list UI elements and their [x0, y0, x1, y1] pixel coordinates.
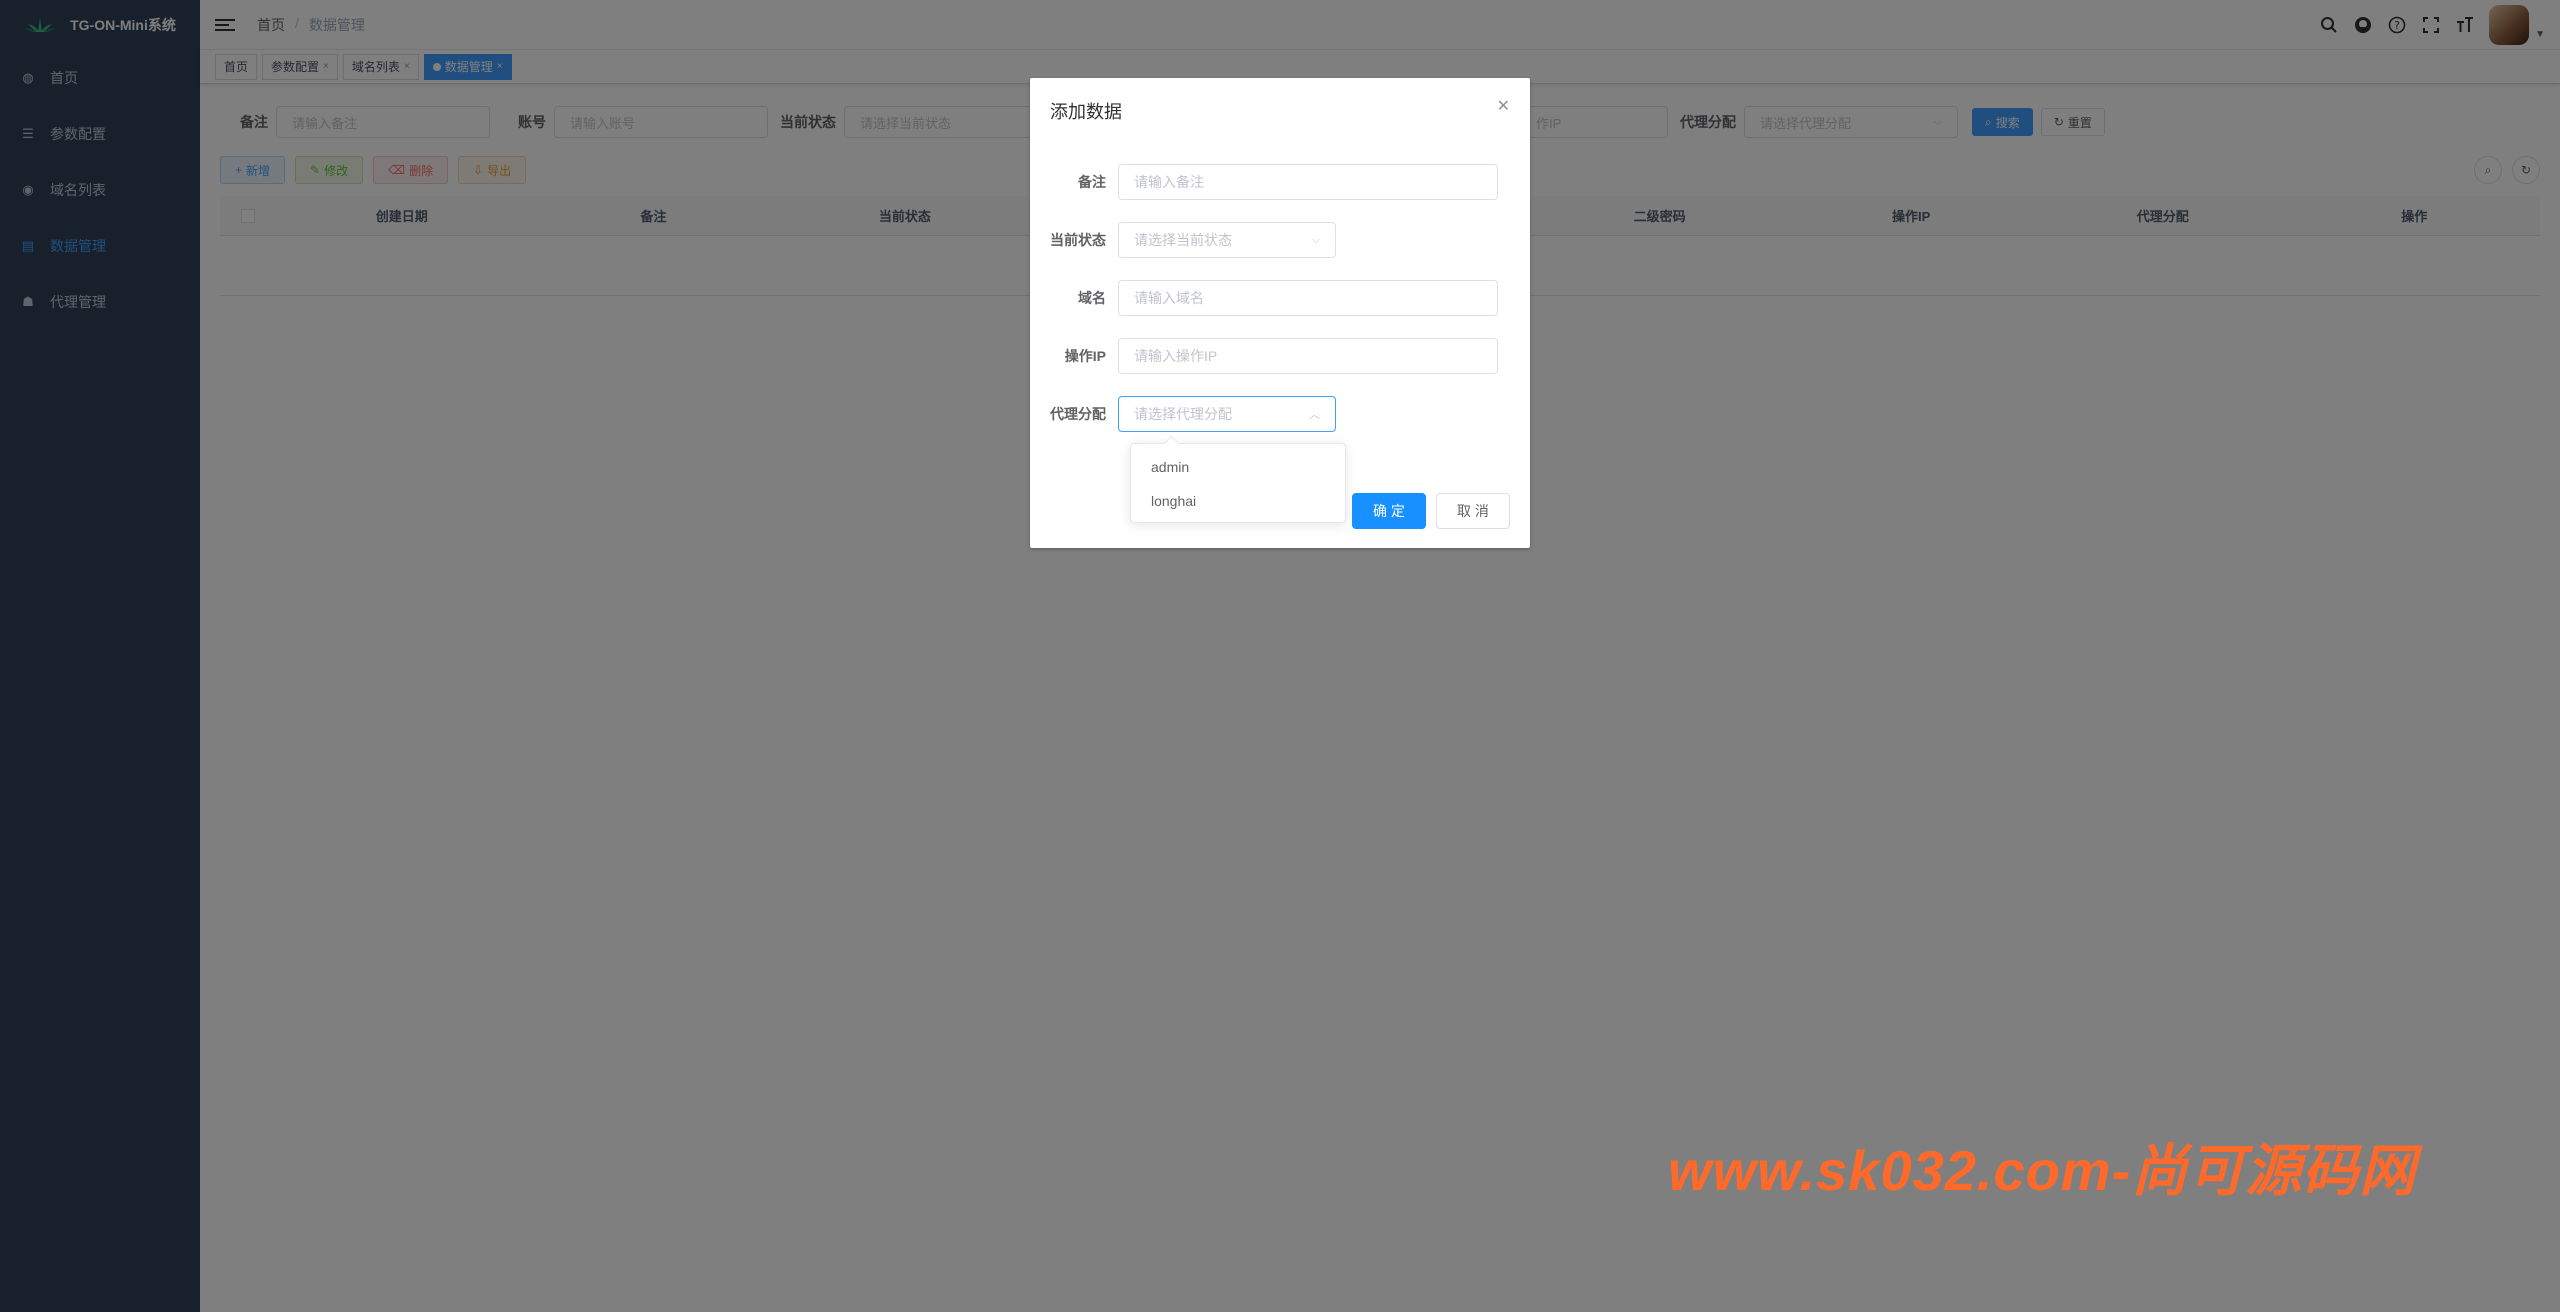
cancel-button[interactable]: 取 消: [1436, 493, 1510, 529]
agent-dropdown: admin longhai: [1130, 443, 1346, 523]
dialog-title: 添加数据: [1050, 102, 1122, 122]
agent-select-value: 请选择代理分配: [1134, 406, 1232, 422]
field-label-status: 当前状态: [1050, 232, 1106, 248]
form-row-remark: 备注 请输入备注: [1030, 164, 1530, 200]
chevron-up-icon: ︿: [1309, 409, 1320, 421]
ip-field[interactable]: 请输入操作IP: [1118, 338, 1498, 374]
form-row-status: 当前状态 请选择当前状态 ⌵: [1030, 222, 1530, 258]
confirm-button[interactable]: 确 定: [1352, 493, 1426, 529]
dropdown-option-admin[interactable]: admin: [1131, 450, 1345, 484]
field-label-ip: 操作IP: [1064, 348, 1106, 364]
form-row-agent: 代理分配 请选择代理分配 ︿: [1030, 396, 1530, 432]
status-select-value: 请选择当前状态: [1134, 232, 1232, 248]
dropdown-option-longhai[interactable]: longhai: [1131, 484, 1345, 518]
domain-field[interactable]: 请输入域名: [1118, 280, 1498, 316]
agent-select[interactable]: 请选择代理分配 ︿: [1118, 396, 1336, 432]
watermark: www.sk032.com-尚可源码网: [1668, 1139, 2417, 1202]
remark-field[interactable]: 请输入备注: [1118, 164, 1498, 200]
field-label-agent: 代理分配: [1050, 406, 1106, 422]
chevron-down-icon: ⌵: [1311, 233, 1320, 246]
field-label-domain: 域名: [1078, 290, 1106, 306]
form-row-ip: 操作IP 请输入操作IP: [1030, 338, 1530, 374]
close-icon[interactable]: ✕: [1497, 96, 1510, 116]
form-row-domain: 域名 请输入域名: [1030, 280, 1530, 316]
status-select[interactable]: 请选择当前状态 ⌵: [1118, 222, 1336, 258]
field-label-remark: 备注: [1078, 174, 1106, 190]
